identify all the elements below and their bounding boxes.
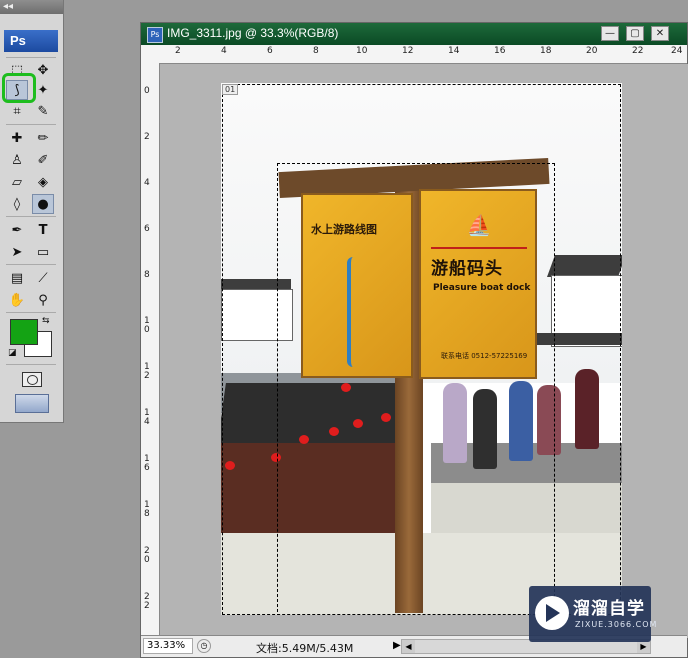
horizontal-ruler[interactable]: 2 4 6 8 10 12 14 16 18 20 22 24 — [159, 45, 687, 64]
watermark-cn: 溜溜自学 — [573, 599, 645, 619]
ruler-label: 10 — [356, 46, 368, 56]
ruler-label: 22 — [144, 592, 150, 611]
watermark-en: ZIXUE.3066.COM — [575, 620, 658, 629]
paint-bucket-tool-icon[interactable]: ◈ — [32, 172, 54, 192]
minimize-button[interactable]: — — [601, 26, 619, 41]
ruler-label: 16 — [144, 454, 150, 473]
type-tool-icon[interactable]: T — [32, 220, 54, 240]
ruler-label: 14 — [448, 46, 460, 56]
ruler-label: 24 — [671, 46, 683, 56]
ruler-label: 2 — [144, 132, 150, 142]
tools-panel: ◂◂ Ps ⬚ ✥ ⟆ ✦ ⌗ ✎ ✚ ✏ ♙ ✐ ▱ ◈ ◊ ● ✒ T ➤ … — [0, 0, 64, 423]
ruler-label: 6 — [144, 224, 150, 234]
status-info-icon[interactable]: ◷ — [197, 639, 211, 653]
toolbox-divider — [6, 216, 56, 217]
ruler-label: 12 — [144, 362, 150, 381]
ruler-label: 2 — [175, 46, 181, 56]
clone-stamp-tool-icon[interactable]: ♙ — [6, 150, 28, 170]
eraser-tool-icon[interactable]: ▱ — [6, 172, 28, 192]
document-ps-icon: Ps — [147, 27, 163, 43]
ruler-label: 6 — [267, 46, 273, 56]
ruler-label: 10 — [144, 316, 150, 335]
brush-tool-icon[interactable]: ✏ — [32, 128, 54, 148]
scroll-left-icon[interactable]: ◀ — [402, 640, 415, 653]
close-button[interactable]: ✕ — [651, 26, 669, 41]
panel-grip[interactable]: ◂◂ — [0, 0, 63, 14]
rectangle-tool-icon[interactable]: ▭ — [32, 242, 54, 262]
zoom-tool-icon[interactable]: ⚲ — [32, 290, 54, 310]
healing-brush-tool-icon[interactable]: ✚ — [6, 128, 28, 148]
ruler-label: 20 — [144, 546, 150, 565]
screen-mode-icon[interactable] — [15, 394, 49, 413]
pen-tool-icon[interactable]: ✒ — [6, 220, 28, 240]
zoom-field[interactable]: 33.33% — [143, 638, 193, 654]
ruler-label: 8 — [144, 270, 150, 280]
watermark-logo: 溜溜自学 ZIXUE.3066.COM — [529, 586, 656, 642]
notes-tool-icon[interactable]: ▤ — [6, 268, 28, 288]
highlight-ring — [2, 73, 36, 103]
ruler-label: 20 — [586, 46, 598, 56]
ruler-label: 12 — [402, 46, 414, 56]
ruler-label: 18 — [144, 500, 150, 519]
toolbox-divider — [6, 124, 56, 125]
toolbox-divider — [6, 364, 56, 365]
history-brush-tool-icon[interactable]: ✐ — [32, 150, 54, 170]
vertical-ruler[interactable]: 0 2 4 6 8 10 12 14 16 18 20 22 — [141, 63, 160, 635]
swap-colors-icon[interactable]: ⇆ — [42, 316, 50, 326]
ruler-label: 4 — [144, 178, 150, 188]
toolbox-divider — [6, 57, 56, 58]
crop-tool-icon[interactable]: ⌗ — [6, 101, 28, 121]
toolbox-divider — [6, 264, 56, 265]
ruler-label: 18 — [540, 46, 552, 56]
slice-tool-icon[interactable]: ✎ — [32, 101, 54, 121]
blur-tool-icon[interactable]: ◊ — [6, 194, 28, 214]
maximize-button[interactable]: ▢ — [626, 26, 644, 41]
quick-mask-icon[interactable] — [22, 372, 42, 387]
ruler-label: 16 — [494, 46, 506, 56]
document-window: Ps IMG_3311.jpg @ 33.3%(RGB/8) — ▢ ✕ 2 4… — [140, 22, 688, 658]
ruler-label: 8 — [313, 46, 319, 56]
document-size-info: 文档:5.49M/5.43M — [256, 642, 354, 655]
ruler-label: 22 — [632, 46, 644, 56]
ruler-origin[interactable] — [141, 45, 160, 64]
canvas-area[interactable]: 水上游路线图 ⛵ 游船码头 Pleasure boat dock 联系电话 05… — [160, 64, 688, 638]
foreground-color-swatch[interactable] — [10, 319, 38, 345]
toolbox-divider — [6, 312, 56, 313]
lasso-selection-outline[interactable] — [277, 163, 555, 615]
ruler-label: 0 — [144, 86, 150, 96]
document-title: IMG_3311.jpg @ 33.3%(RGB/8) — [167, 26, 339, 40]
default-colors-icon[interactable]: ◪ — [8, 348, 17, 358]
eyedropper-tool-icon[interactable]: ⟋ — [32, 268, 54, 288]
document-titlebar[interactable]: Ps IMG_3311.jpg @ 33.3%(RGB/8) — ▢ ✕ — [141, 23, 687, 45]
path-selection-tool-icon[interactable]: ➤ — [6, 242, 28, 262]
status-menu-arrow-icon[interactable]: ▶ — [393, 640, 401, 651]
layer-tag: 01 — [222, 84, 239, 95]
photo-canvas[interactable]: 水上游路线图 ⛵ 游船码头 Pleasure boat dock 联系电话 05… — [221, 83, 622, 615]
hand-tool-icon[interactable]: ✋ — [6, 290, 28, 310]
ruler-label: 4 — [221, 46, 227, 56]
ruler-label: 14 — [144, 408, 150, 427]
dodge-tool-icon[interactable]: ● — [32, 194, 54, 214]
photoshop-logo[interactable]: Ps — [4, 30, 58, 52]
play-logo-icon — [535, 596, 569, 630]
